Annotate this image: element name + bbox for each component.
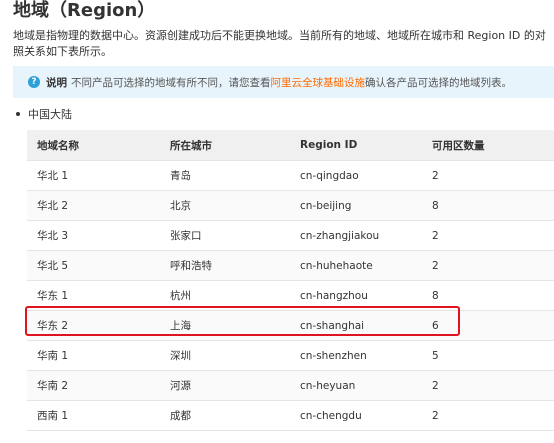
cell-region-name: 华北 1 xyxy=(27,160,160,191)
cell-region-name: 西南 1 xyxy=(27,400,160,431)
cell-city: 青岛 xyxy=(160,160,290,191)
cell-city: 上海 xyxy=(160,310,290,341)
cell-region-name: 华南 2 xyxy=(27,370,160,401)
column-header-region-name: 地域名称 xyxy=(27,130,160,161)
table-row: 华南 1 深圳 cn-shenzhen 5 xyxy=(27,340,554,371)
table-row: 华北 3 张家口 cn-zhangjiakou 2 xyxy=(27,220,554,251)
cell-region-name: 华北 5 xyxy=(27,250,160,281)
region-table: 地域名称 所在城市 Region ID 可用区数量 华北 1 青岛 cn-qin… xyxy=(27,130,554,431)
section-bullet: 中国大陆 xyxy=(16,108,72,122)
cell-zone-count: 6 xyxy=(422,310,554,341)
cell-zone-count: 5 xyxy=(422,340,554,371)
table-row: 华北 5 呼和浩特 cn-huhehaote 2 xyxy=(27,250,554,281)
cell-region-name: 华北 3 xyxy=(27,220,160,251)
cell-region-id: cn-beijing xyxy=(290,190,422,221)
table-row: 华南 2 河源 cn-heyuan 2 xyxy=(27,370,554,401)
cell-city: 张家口 xyxy=(160,220,290,251)
cell-zone-count: 8 xyxy=(422,190,554,221)
cell-city: 杭州 xyxy=(160,280,290,311)
cell-zone-count: 2 xyxy=(422,220,554,251)
cell-region-id: cn-shenzhen xyxy=(290,340,422,371)
table-row: 华东 1 杭州 cn-hangzhou 8 xyxy=(27,280,554,311)
cell-region-name: 华东 1 xyxy=(27,280,160,311)
cell-region-id: cn-hangzhou xyxy=(290,280,422,311)
page-description: 地域是指物理的数据中心。资源创建成功后不能更换地域。当前所有的地域、地域所在城市… xyxy=(13,29,546,58)
cell-region-id: cn-chengdu xyxy=(290,400,422,431)
note-box: ? 说明 不同产品可选择的地域有所不同，请您查看 阿里云全球基础设施 确认各产品… xyxy=(13,66,554,98)
cell-zone-count: 2 xyxy=(422,250,554,281)
cell-region-id: cn-qingdao xyxy=(290,160,422,191)
help-icon: ? xyxy=(28,76,40,88)
cell-city: 呼和浩特 xyxy=(160,250,290,281)
cell-zone-count: 2 xyxy=(422,400,554,431)
cell-region-name: 华南 1 xyxy=(27,340,160,371)
column-header-region-id: Region ID xyxy=(290,130,422,161)
note-label: 说明 xyxy=(46,76,67,89)
column-header-zone-count: 可用区数量 xyxy=(422,130,554,161)
section-bullet-label: 中国大陆 xyxy=(28,108,72,121)
table-row: 西南 1 成都 cn-chengdu 2 xyxy=(27,400,554,431)
cell-city: 河源 xyxy=(160,370,290,401)
cell-region-id: cn-zhangjiakou xyxy=(290,220,422,251)
table-row: 华北 1 青岛 cn-qingdao 2 xyxy=(27,160,554,191)
cell-city: 北京 xyxy=(160,190,290,221)
cell-region-name: 华北 2 xyxy=(27,190,160,221)
cell-region-id: cn-heyuan xyxy=(290,370,422,401)
page-title: 地域（Region） xyxy=(13,0,156,21)
cell-city: 成都 xyxy=(160,400,290,431)
bullet-dot-icon xyxy=(16,112,20,116)
cell-zone-count: 2 xyxy=(422,370,554,401)
global-infrastructure-link[interactable]: 阿里云全球基础设施 xyxy=(271,75,366,90)
table-row: 华北 2 北京 cn-beijing 8 xyxy=(27,190,554,221)
cell-region-id: cn-shanghai xyxy=(290,310,422,341)
cell-region-id: cn-huhehaote xyxy=(290,250,422,281)
table-header-row: 地域名称 所在城市 Region ID 可用区数量 xyxy=(27,130,554,161)
note-text-after: 确认各产品可选择的地域列表。 xyxy=(365,76,512,89)
table-row-highlighted: 华东 2 上海 cn-shanghai 6 xyxy=(27,310,554,341)
cell-zone-count: 8 xyxy=(422,280,554,311)
doc-page: 地域（Region） 地域是指物理的数据中心。资源创建成功后不能更换地域。当前所… xyxy=(0,0,554,443)
note-text-before: 不同产品可选择的地域有所不同，请您查看 xyxy=(71,76,271,89)
cell-region-name: 华东 2 xyxy=(27,310,160,341)
cell-city: 深圳 xyxy=(160,340,290,371)
cell-zone-count: 2 xyxy=(422,160,554,191)
column-header-city: 所在城市 xyxy=(160,130,290,161)
